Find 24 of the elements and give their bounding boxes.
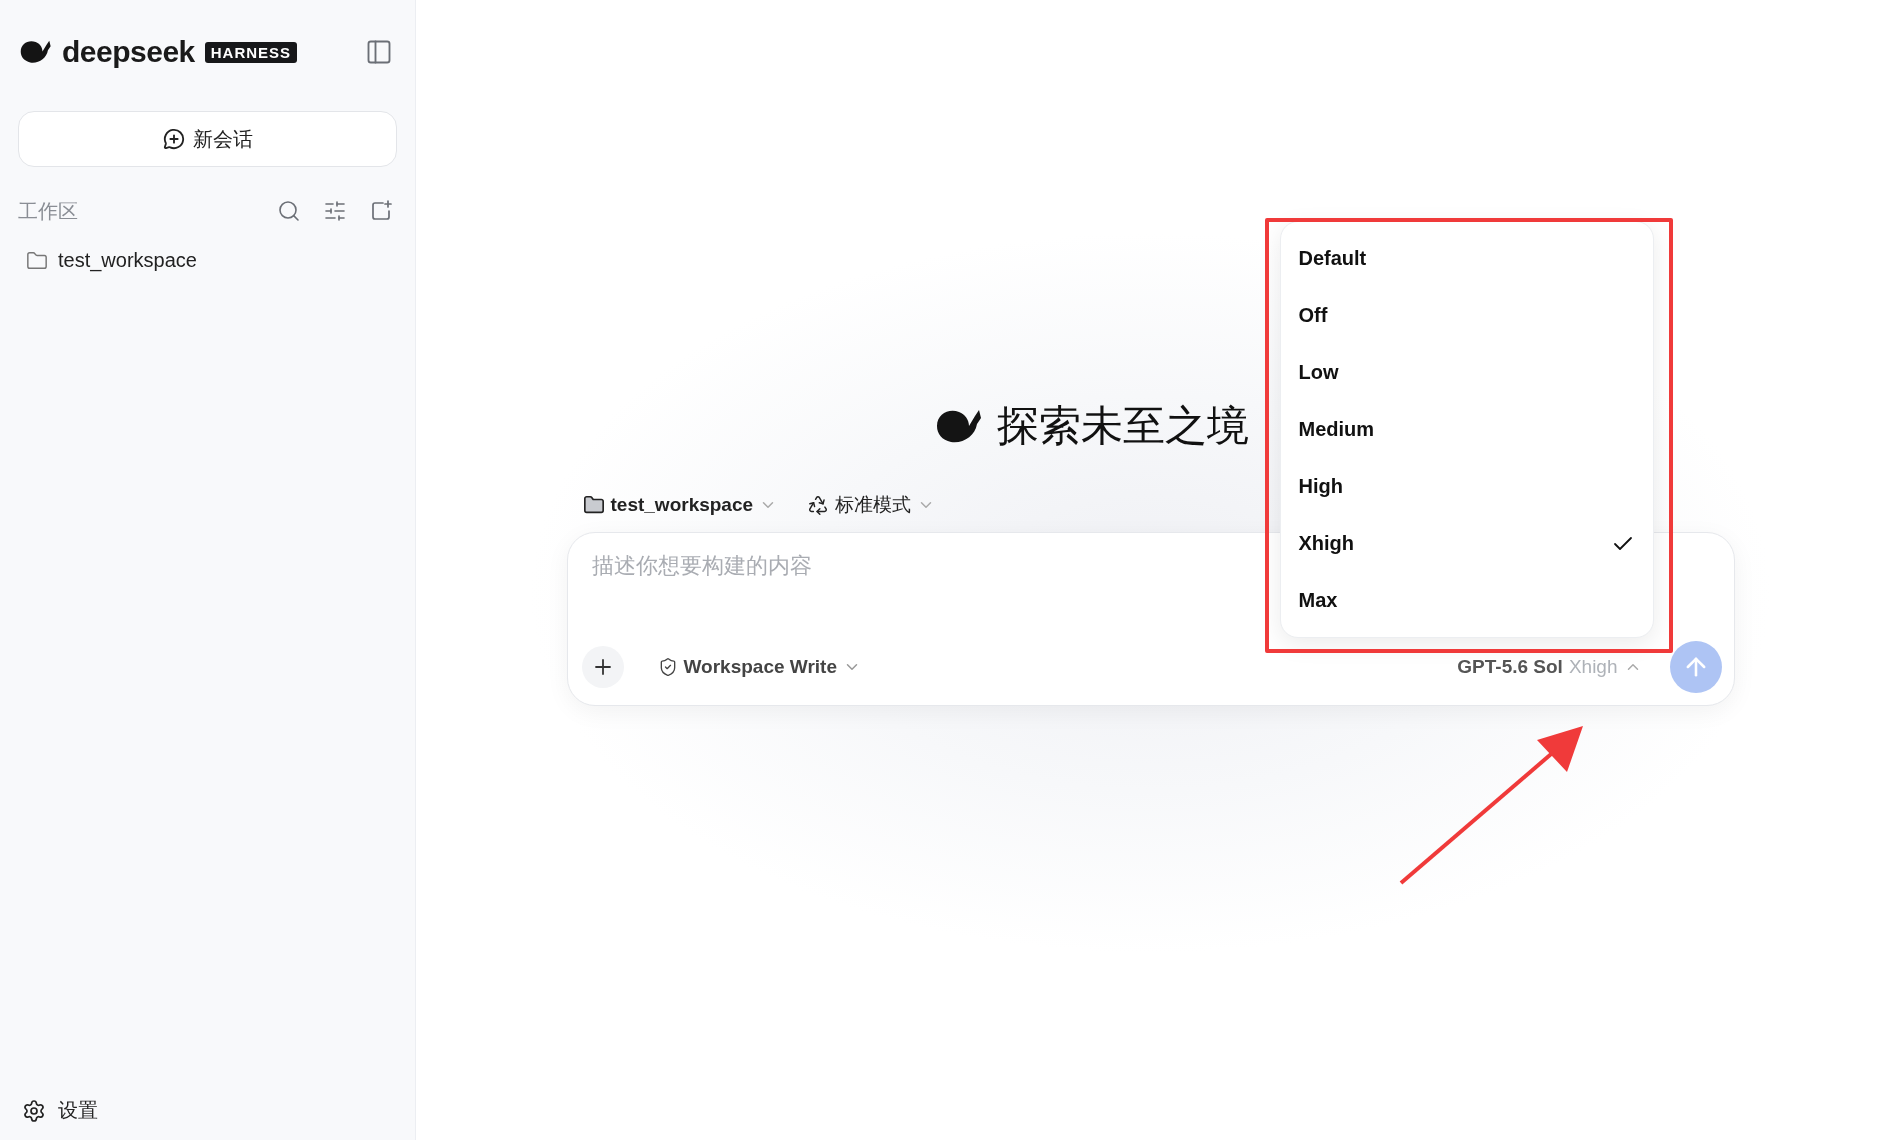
harness-badge: HARNESS	[204, 41, 298, 63]
section-title: 工作区	[18, 198, 79, 224]
menu-option[interactable]: High	[1280, 458, 1653, 515]
workspace-item[interactable]: test_workspace	[18, 249, 397, 272]
mode-selector[interactable]: 标准模式	[807, 492, 936, 518]
new-chat-button[interactable]: 新会话	[18, 111, 397, 167]
settings-icon	[22, 1098, 46, 1123]
chat-plus-icon	[162, 128, 185, 150]
folder-icon	[582, 494, 605, 516]
permission-selector[interactable]: Workspace Write	[651, 655, 867, 679]
menu-option[interactable]: Medium	[1280, 401, 1653, 458]
menu-option[interactable]: Max	[1280, 572, 1653, 629]
folder-icon	[26, 249, 48, 272]
menu-option[interactable]: Low	[1280, 344, 1653, 401]
hero-title: 探索未至之境	[996, 401, 1249, 451]
menu-option[interactable]: Default	[1280, 230, 1653, 287]
cycle-icon	[807, 494, 830, 516]
settings-link[interactable]: 设置	[18, 1097, 397, 1140]
add-button[interactable]	[581, 646, 624, 688]
model-selector[interactable]: GPT-5.6 Sol Xhigh	[1451, 655, 1648, 679]
menu-option[interactable]: Off	[1280, 287, 1653, 344]
menu-option[interactable]: Xhigh	[1280, 515, 1653, 572]
workspace-selector[interactable]: test_workspace	[582, 492, 778, 518]
brand-name: deepseek	[62, 35, 195, 69]
